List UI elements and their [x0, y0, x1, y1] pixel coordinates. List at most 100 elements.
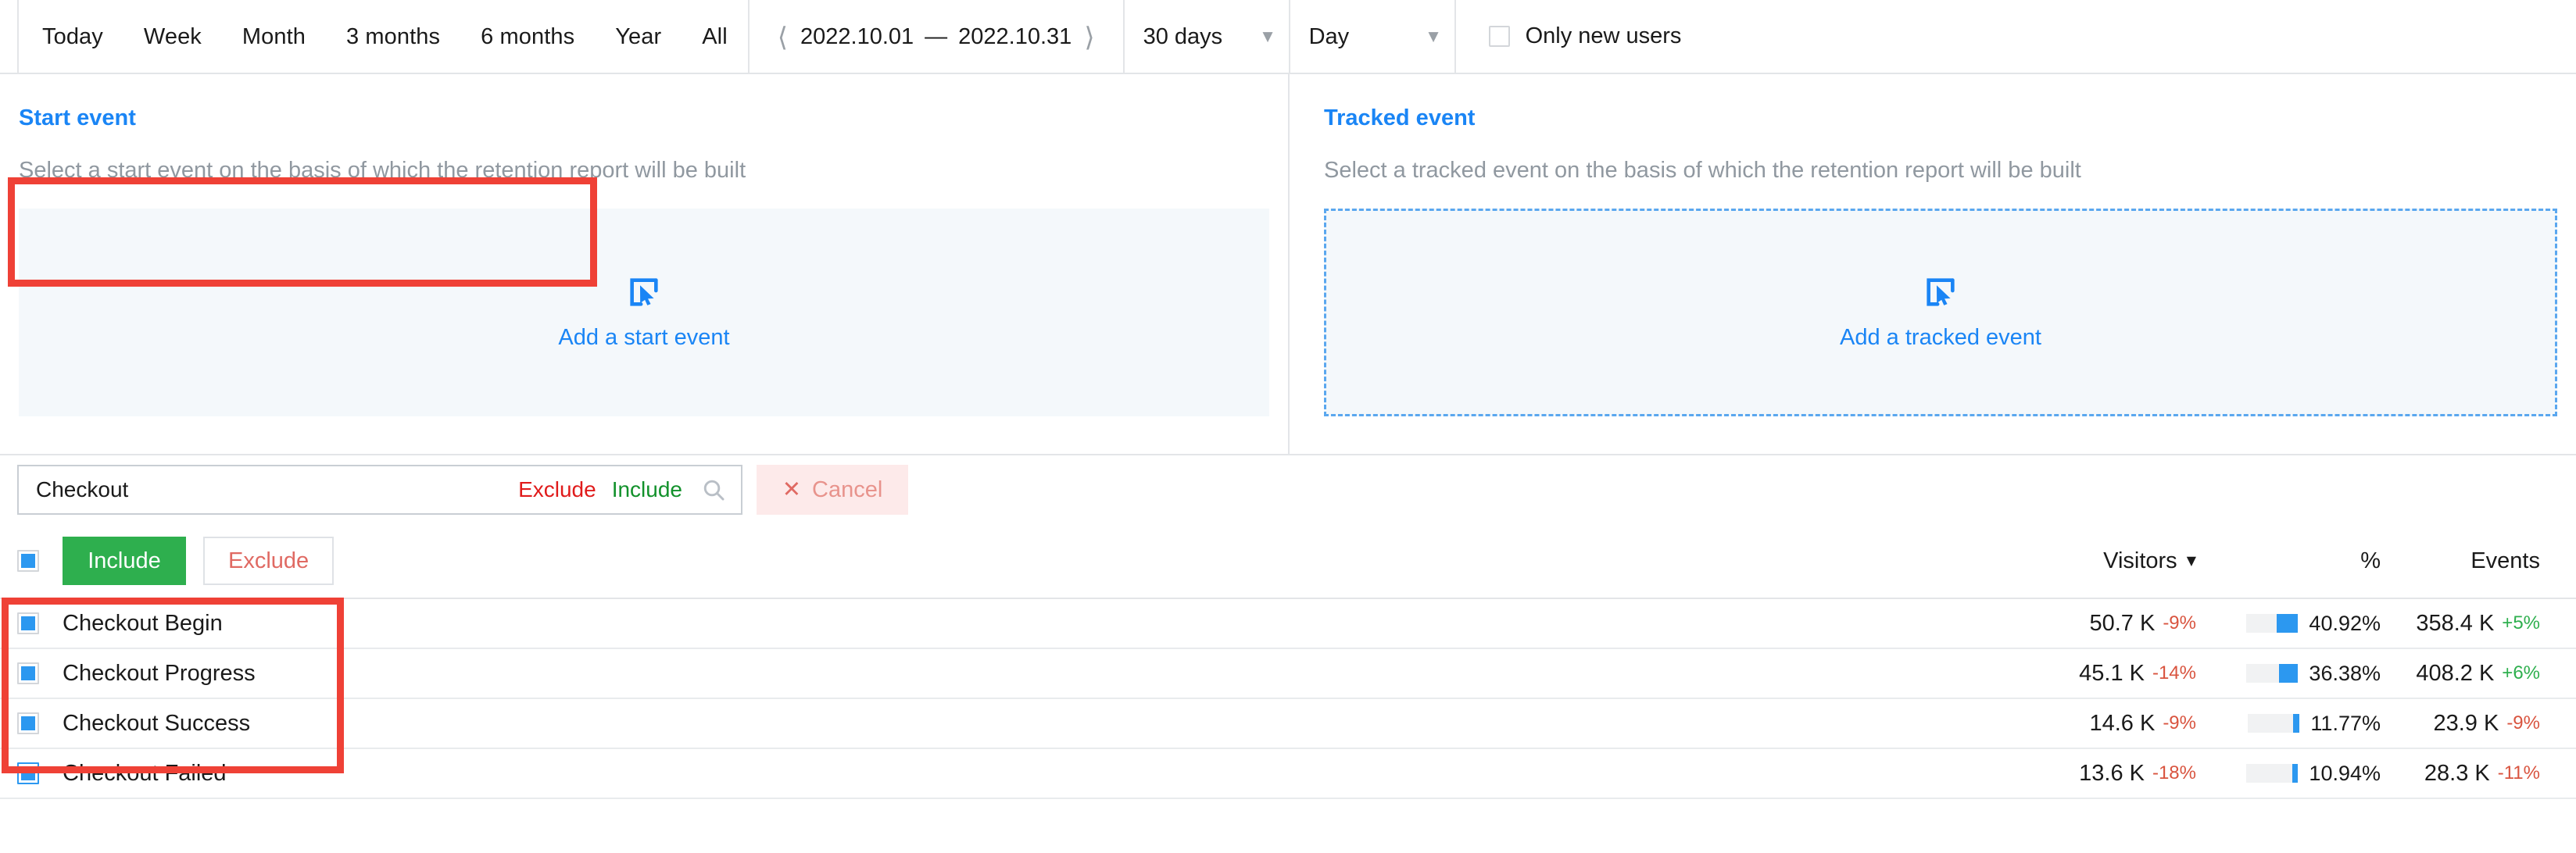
add-event-cursor-icon: [1923, 274, 1959, 314]
column-headers: Visitors ▼ % Events: [1938, 548, 2576, 574]
search-exclude-link[interactable]: Exclude: [518, 477, 596, 502]
range-tab-group: Today Week Month 3 months 6 months Year …: [17, 0, 750, 74]
add-start-event-label: Add a start event: [558, 325, 730, 350]
row-visitors-cell: 13.6 K -18%: [1938, 761, 2196, 787]
row-checkbox[interactable]: [17, 712, 39, 734]
grouping-value: Day: [1308, 24, 1350, 49]
select-all-checkbox[interactable]: [17, 550, 39, 572]
chevron-down-icon: ▼: [1428, 29, 1439, 45]
only-new-users-label: Only new users: [1525, 23, 1682, 48]
row-percent-value: 36.38%: [2309, 661, 2381, 685]
row-percent-cell: 11.77%: [2196, 712, 2381, 736]
granularity-group: 30 days ▼: [1122, 0, 1290, 74]
column-header-events[interactable]: Events: [2381, 548, 2576, 574]
range-tab-6-months[interactable]: 6 months: [460, 0, 595, 74]
search-row: Checkout Exclude Include ✕ Cancel: [0, 455, 2576, 524]
chevron-left-icon[interactable]: ⟨: [765, 24, 800, 51]
grouping-group: Day ▼: [1288, 0, 1456, 74]
row-visitors-value: 45.1 K: [2079, 660, 2145, 686]
tracked-event-subtitle: Select a tracked event on the basis of w…: [1324, 158, 2081, 183]
row-event-name: Checkout Progress: [63, 660, 256, 686]
granularity-select[interactable]: 30 days ▼: [1125, 0, 1289, 74]
column-header-visitors-label: Visitors: [2103, 548, 2177, 573]
range-tab-today[interactable]: Today: [19, 0, 123, 74]
row-events-cell: 28.3 K -11%: [2381, 761, 2576, 787]
row-event-name: Checkout Success: [63, 710, 251, 736]
row-visitors-delta: -14%: [2152, 662, 2196, 683]
range-tab-week[interactable]: Week: [123, 0, 222, 74]
date-range-picker[interactable]: ⟨ 2022.10.01 — 2022.10.31 ⟩: [750, 0, 1123, 74]
row-percent-value: 40.92%: [2309, 611, 2381, 635]
row-events-value: 408.2 K: [2416, 660, 2495, 686]
date-to-label: 2022.10.31: [958, 24, 1072, 49]
sort-descending-icon: ▼: [2186, 553, 2196, 568]
row-visitors-delta: -9%: [2163, 712, 2196, 733]
row-checkbox[interactable]: [17, 612, 39, 634]
date-range-dash: —: [925, 24, 948, 49]
event-search-field[interactable]: Checkout Exclude Include: [17, 465, 742, 515]
search-include-link[interactable]: Include: [612, 477, 682, 502]
row-events-delta: -9%: [2506, 712, 2540, 733]
table-row[interactable]: Checkout Progress 45.1 K -14% 36.38% 408…: [0, 649, 2576, 699]
row-metrics: 13.6 K -18% 10.94% 28.3 K -11%: [1938, 761, 2576, 787]
table-row[interactable]: Checkout Success 14.6 K -9% 11.77% 23.9 …: [0, 699, 2576, 749]
close-x-icon: ✕: [782, 476, 802, 502]
cancel-search-button[interactable]: ✕ Cancel: [757, 465, 908, 515]
granularity-value: 30 days: [1143, 24, 1223, 49]
range-tab-year[interactable]: Year: [595, 0, 682, 74]
chevron-down-icon: ▼: [1262, 29, 1273, 45]
search-icon[interactable]: [701, 477, 727, 503]
events-table: Checkout Begin 50.7 K -9% 40.92% 358.4 K…: [0, 599, 2576, 799]
row-metrics: 14.6 K -9% 11.77% 23.9 K -9%: [1938, 711, 2576, 737]
range-tab-month[interactable]: Month: [222, 0, 326, 74]
row-events-value: 358.4 K: [2416, 610, 2495, 636]
only-new-users-checkbox[interactable]: [1488, 26, 1510, 47]
start-event-panel: Start event Select a start event on the …: [0, 74, 1290, 454]
row-checkbox[interactable]: [17, 662, 39, 684]
row-metrics: 45.1 K -14% 36.38% 408.2 K +6%: [1938, 661, 2576, 687]
row-visitors-delta: -18%: [2152, 762, 2196, 783]
row-visitors-delta: -9%: [2163, 612, 2196, 634]
range-tab-all[interactable]: All: [682, 0, 748, 74]
row-events-delta: +6%: [2502, 662, 2540, 683]
row-percent-cell: 36.38%: [2196, 662, 2381, 686]
grouping-select[interactable]: Day ▼: [1290, 0, 1454, 74]
row-percent-bar: [2246, 614, 2299, 633]
row-percent-bar: [2246, 664, 2299, 683]
column-header-visitors[interactable]: Visitors ▼: [1938, 548, 2196, 574]
add-start-event-dropzone[interactable]: Add a start event: [19, 209, 1269, 416]
row-visitors-cell: 50.7 K -9%: [1938, 611, 2196, 637]
row-events-delta: -11%: [2497, 762, 2540, 783]
row-visitors-cell: 14.6 K -9%: [1938, 711, 2196, 737]
row-event-name: Checkout Begin: [63, 610, 223, 636]
row-visitors-value: 14.6 K: [2089, 710, 2156, 736]
exclude-button[interactable]: Exclude: [203, 537, 335, 585]
range-tab-3-months[interactable]: 3 months: [326, 0, 460, 74]
only-new-users-control[interactable]: Only new users: [1456, 0, 1682, 73]
date-from-label: 2022.10.01: [800, 24, 914, 49]
row-percent-bar: [2246, 764, 2299, 783]
start-event-title[interactable]: Start event: [19, 105, 136, 131]
row-visitors-cell: 45.1 K -14%: [1938, 661, 2196, 687]
row-percent-cell: 40.92%: [2196, 612, 2381, 636]
row-checkbox[interactable]: [17, 762, 39, 784]
row-percent-value: 11.77%: [2310, 711, 2381, 735]
search-input-value[interactable]: Checkout: [36, 477, 518, 502]
cancel-search-label: Cancel: [812, 476, 883, 502]
row-events-cell: 358.4 K +5%: [2381, 611, 2576, 637]
table-row[interactable]: Checkout Begin 50.7 K -9% 40.92% 358.4 K…: [0, 599, 2576, 649]
row-events-delta: +5%: [2502, 612, 2540, 634]
retention-report-screen: Today Week Month 3 months 6 months Year …: [0, 0, 2576, 853]
tracked-event-panel: Tracked event Select a tracked event on …: [1290, 74, 2576, 454]
add-tracked-event-dropzone[interactable]: Add a tracked event: [1324, 209, 2557, 416]
include-button[interactable]: Include: [63, 537, 186, 585]
table-row[interactable]: Checkout Failed 13.6 K -18% 10.94% 28.3 …: [0, 749, 2576, 799]
row-visitors-value: 50.7 K: [2089, 610, 2156, 636]
chevron-right-icon[interactable]: ⟩: [1072, 24, 1107, 51]
column-header-percent[interactable]: %: [2196, 548, 2381, 574]
action-bar: Include Exclude Visitors ▼ % Events: [0, 524, 2576, 599]
tracked-event-title[interactable]: Tracked event: [1324, 105, 1475, 131]
date-range-group: ⟨ 2022.10.01 — 2022.10.31 ⟩: [747, 0, 1125, 74]
row-percent-value: 10.94%: [2309, 761, 2381, 785]
row-percent-cell: 10.94%: [2196, 762, 2381, 786]
